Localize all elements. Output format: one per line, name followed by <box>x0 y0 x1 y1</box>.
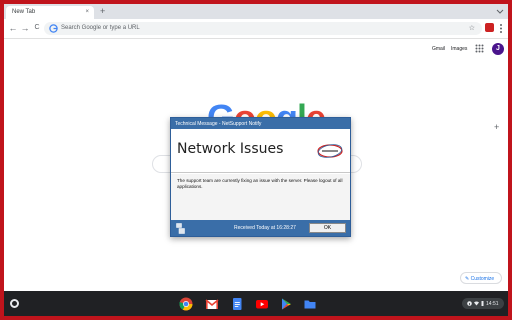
netsupport-logo-icon <box>317 144 343 158</box>
dialog-title: Technical Message - NetSupport Notify <box>171 118 350 129</box>
launcher-button[interactable] <box>10 299 19 308</box>
apps-grid-icon[interactable] <box>475 44 484 53</box>
google-g-icon <box>49 24 58 33</box>
received-timestamp: Received Today at 16:28:27 <box>234 225 296 231</box>
network-computers-icon <box>176 223 185 234</box>
youtube-icon[interactable] <box>255 297 269 311</box>
files-icon[interactable] <box>303 297 317 311</box>
ok-button[interactable]: OK <box>309 223 346 233</box>
customize-button[interactable]: ✎ Customize <box>460 272 502 284</box>
new-tab-button[interactable]: + <box>100 7 105 16</box>
gmail-link[interactable]: Gmail <box>432 46 445 52</box>
extension-icon[interactable] <box>485 23 494 32</box>
chromeos-desktop: New Tab × + ← → C Search Google or type … <box>4 4 508 316</box>
more-vert-icon[interactable] <box>498 23 504 34</box>
forward-button[interactable]: → <box>20 23 30 33</box>
dialog-footer: Received Today at 16:28:27 OK <box>171 220 350 236</box>
browser-toolbar: ← → C Search Google or type a URL ☆ <box>4 19 508 39</box>
chrome-icon[interactable] <box>179 297 193 311</box>
omnibox[interactable]: Search Google or type a URL ☆ <box>44 22 482 35</box>
chevron-down-icon[interactable] <box>496 7 504 15</box>
reload-button[interactable]: C <box>32 23 42 33</box>
tab-close-button[interactable]: × <box>85 9 89 15</box>
add-shortcut-button[interactable]: + <box>494 122 499 132</box>
omnibox-placeholder: Search Google or type a URL <box>61 25 140 31</box>
tab-new-tab[interactable]: New Tab × <box>6 6 94 19</box>
wifi-icon <box>474 301 479 306</box>
dialog-header: Network Issues <box>171 129 350 173</box>
status-tray[interactable]: 14:51 <box>462 298 504 309</box>
account-avatar[interactable]: J <box>492 43 504 55</box>
dialog-body: The support team are currently fixing an… <box>171 174 350 220</box>
dialog-message: The support team are currently fixing an… <box>177 178 343 189</box>
shelf: 14:51 <box>4 291 508 316</box>
play-store-icon[interactable] <box>279 297 293 311</box>
tab-title: New Tab <box>12 9 36 15</box>
tab-strip: New Tab × + <box>4 4 508 19</box>
gmail-icon[interactable] <box>205 297 219 311</box>
clock: 14:51 <box>486 301 499 307</box>
dialog-heading: Network Issues <box>177 141 284 157</box>
bookmark-star-icon[interactable]: ☆ <box>469 24 475 32</box>
docs-icon[interactable] <box>230 297 244 311</box>
back-button[interactable]: ← <box>8 23 18 33</box>
netsupport-notify-dialog: Technical Message - NetSupport Notify Ne… <box>170 117 351 237</box>
info-icon <box>467 301 472 306</box>
battery-icon <box>481 301 484 306</box>
images-link[interactable]: Images <box>451 46 467 52</box>
